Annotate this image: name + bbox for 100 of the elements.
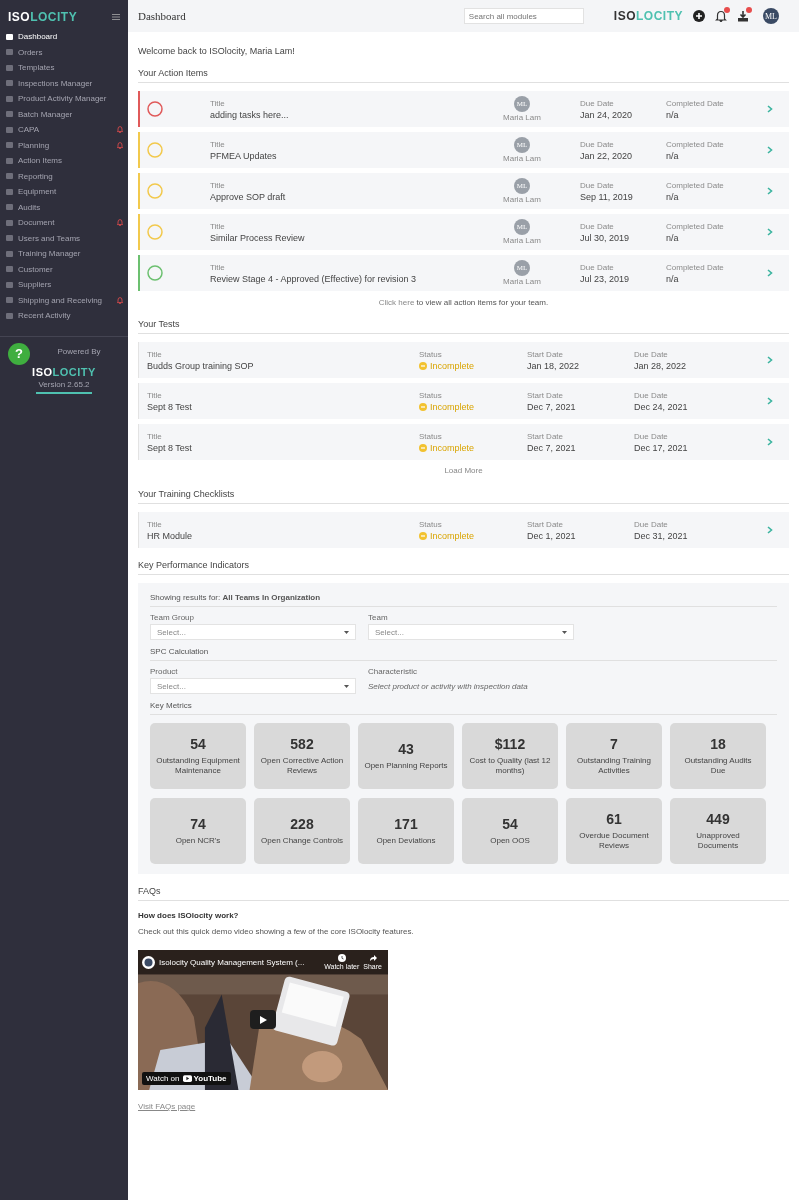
test-row[interactable]: Title HR Module Status Incomplete Start Date Dec 1, 2021 Due Date Dec 31, 2021 [138, 512, 789, 548]
plus-icon[interactable] [693, 10, 705, 22]
metric-tile[interactable]: 228 Open Change Controls [254, 798, 350, 864]
play-button[interactable] [250, 1010, 276, 1029]
sidebar-item[interactable]: Customer [0, 261, 128, 277]
chevron-right-icon[interactable] [767, 105, 773, 113]
hint-text: Select product or activity with inspection data [368, 682, 529, 691]
sidebar-item[interactable]: Suppliers [0, 277, 128, 293]
menu-icon[interactable] [112, 14, 120, 20]
metric-tile[interactable]: 54 Open OOS [462, 798, 558, 864]
sidebar-item[interactable]: Recent Activity [0, 308, 128, 324]
metric-tile[interactable]: 449 Unapproved Documents [670, 798, 766, 864]
chevron-right-icon[interactable] [767, 526, 773, 534]
field-label: Characteristic [368, 667, 418, 676]
metric-value: 7 [610, 735, 618, 752]
field-label: Title [147, 390, 163, 400]
sidebar-item[interactable]: Audits [0, 199, 128, 215]
section-heading: Your Training Checklists [138, 489, 789, 504]
chevron-right-icon[interactable] [767, 187, 773, 195]
sidebar-item[interactable]: Orders [0, 44, 128, 60]
test-row[interactable]: Title Budds Group training SOP Status Incomplete Start Date Jan 18, 2022 Due Date Jan 28, 2022 [138, 342, 789, 378]
sidebar-item[interactable]: Templates [0, 60, 128, 76]
square-icon [6, 235, 13, 242]
square-icon [6, 266, 13, 273]
section-heading: FAQs [138, 886, 789, 901]
sidebar-item[interactable]: Users and Teams [0, 230, 128, 246]
sidebar-item[interactable]: CAPA [0, 122, 128, 138]
metric-label: Open Corrective Action Reviews [260, 755, 344, 777]
sidebar-item[interactable]: Inspections Manager [0, 75, 128, 91]
chevron-right-icon[interactable] [767, 438, 773, 446]
item-title: PFMEA Updates [210, 150, 278, 161]
test-title: Budds Group training SOP [147, 360, 255, 371]
video-title[interactable]: Isolocity Quality Management System (... [159, 957, 321, 967]
view-link[interactable]: Click here [378, 298, 415, 307]
sidebar-item[interactable]: Batch Manager [0, 106, 128, 122]
metric-tile[interactable]: 18 Outstanding Audits Due [670, 723, 766, 789]
metric-tile[interactable]: 7 Outstanding Training Activities [566, 723, 662, 789]
filter-summary: Showing results for: All Teams In Organization [150, 593, 777, 607]
sidebar-item[interactable]: Action Items [0, 153, 128, 169]
field-label: Due Date [580, 221, 615, 231]
start-date: Dec 7, 2021 [527, 442, 577, 453]
square-icon [6, 281, 13, 288]
metric-tile[interactable]: 54 Outstanding Equipment Maintenance [150, 723, 246, 789]
watch-on-button[interactable]: Watch on YouTube [142, 1072, 231, 1085]
channel-icon[interactable] [142, 955, 155, 969]
metric-tile[interactable]: 43 Open Planning Reports [358, 723, 454, 789]
field-label: Due Date [634, 349, 669, 359]
metric-value: 449 [706, 810, 730, 827]
chevron-right-icon[interactable] [767, 228, 773, 236]
field-label: Status [419, 390, 443, 400]
sidebar-item[interactable]: Document [0, 215, 128, 231]
chevron-right-icon[interactable] [767, 269, 773, 277]
item-title: Similar Process Review [210, 232, 306, 243]
square-icon [6, 204, 13, 211]
section-heading: Your Tests [138, 319, 789, 334]
assignee-name: Maria Lam [503, 195, 541, 204]
sidebar-item[interactable]: Shipping and Receiving [0, 292, 128, 308]
metric-label: Open Deviations [376, 835, 436, 847]
test-row[interactable]: Title Sept 8 Test Status Incomplete Start Date Dec 7, 2021 Due Date Dec 17, 2021 [138, 424, 789, 460]
due-date: Dec 17, 2021 [634, 442, 689, 453]
test-title: Sept 8 Test [147, 442, 193, 453]
field-label: Due Date [634, 390, 669, 400]
square-icon [6, 173, 13, 180]
share-arrow-icon [368, 954, 377, 962]
sidebar-item[interactable]: Reporting [0, 168, 128, 184]
metric-tile[interactable]: 74 Open NCR's [150, 798, 246, 864]
metric-tile[interactable]: 61 Overdue Document Reviews [566, 798, 662, 864]
select-field[interactable]: Select... [150, 678, 356, 694]
metric-value: 54 [502, 815, 518, 832]
metric-tile[interactable]: 582 Open Corrective Action Reviews [254, 723, 350, 789]
assignee-name: Maria Lam [503, 154, 541, 163]
select-field[interactable]: Select... [368, 624, 574, 640]
due-date: Jan 28, 2022 [634, 360, 688, 371]
completed-date: n/a [666, 273, 680, 284]
metric-tile[interactable]: 171 Open Deviations [358, 798, 454, 864]
select-field[interactable]: Select... [150, 624, 356, 640]
metric-label: Open Change Controls [261, 835, 343, 847]
field-label: Due Date [580, 180, 615, 190]
test-row[interactable]: Title Sept 8 Test Status Incomplete Start Date Dec 7, 2021 Due Date Dec 24, 2021 [138, 383, 789, 419]
search-field[interactable]: Search all modules [463, 8, 584, 24]
chevron-right-icon[interactable] [767, 397, 773, 405]
chevron-right-icon[interactable] [767, 356, 773, 364]
sidebar-item[interactable]: Equipment [0, 184, 128, 200]
sidebar-item[interactable]: Training Manager [0, 246, 128, 262]
user-avatar[interactable]: ML [763, 8, 779, 24]
logo: ISOLOCITY [32, 365, 96, 378]
play-icon [182, 1075, 192, 1082]
inbox-icon[interactable] [737, 10, 749, 22]
field-label: Due Date [580, 139, 615, 149]
page-title: Dashboard [138, 10, 186, 22]
faq-link[interactable]: Visit FAQs page [138, 1102, 196, 1111]
chevron-right-icon[interactable] [767, 146, 773, 154]
sidebar-item[interactable]: Dashboard [0, 29, 128, 45]
metric-tile[interactable]: $112 Cost to Quality (last 12 months) [462, 723, 558, 789]
metric-value: 74 [190, 815, 206, 832]
sidebar-item[interactable]: Product Activity Manager [0, 91, 128, 107]
load-more-button[interactable]: Load More [442, 464, 485, 477]
bell-icon[interactable] [715, 10, 727, 22]
square-icon [6, 33, 13, 40]
sidebar-item[interactable]: Planning [0, 137, 128, 153]
